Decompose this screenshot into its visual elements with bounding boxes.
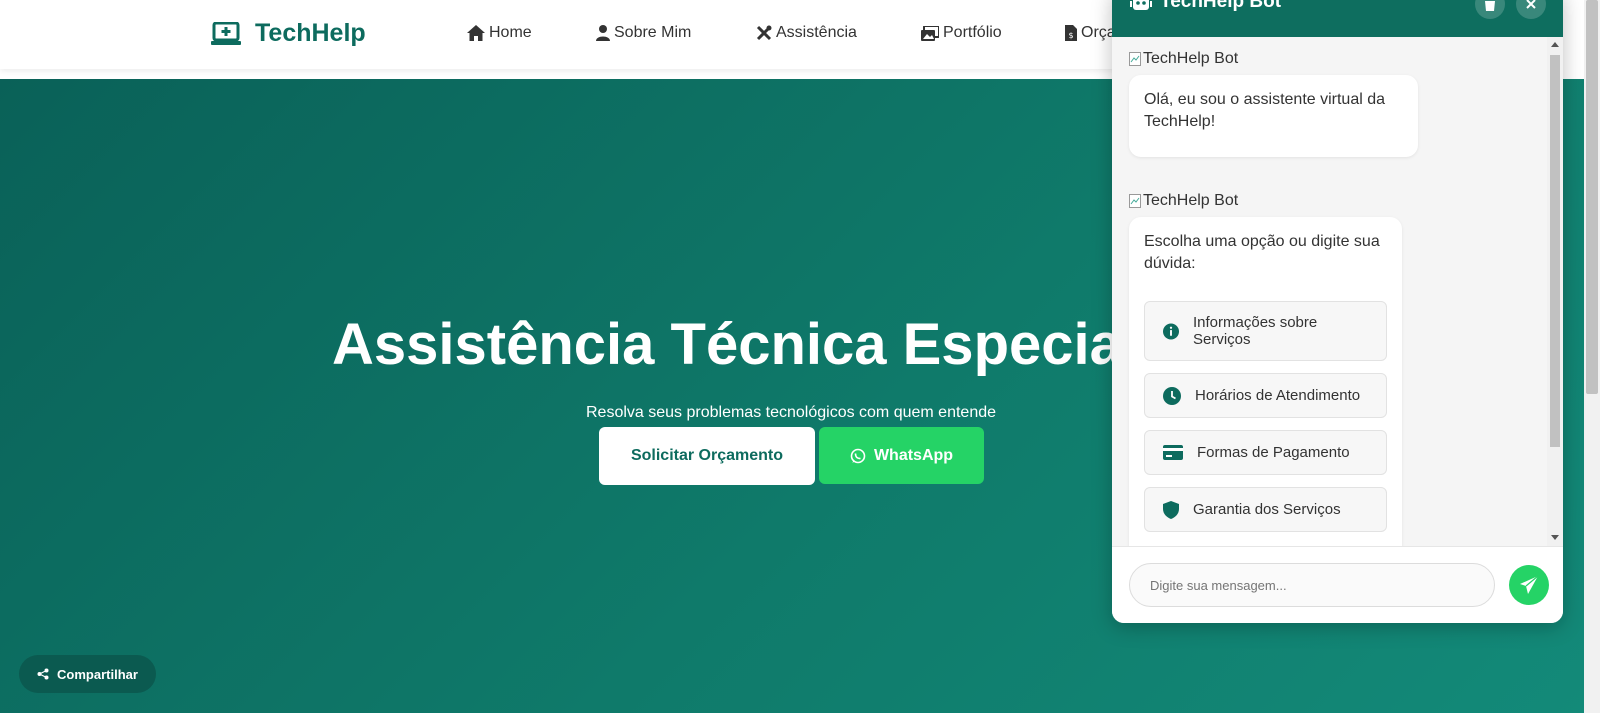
bot-avatar-image: TechHelp Bot [1129, 192, 1238, 210]
images-icon [921, 25, 939, 41]
brand-logo-link[interactable]: TechHelp [211, 19, 366, 48]
option-warranty[interactable]: Garantia dos Serviços [1144, 487, 1387, 532]
send-message-button[interactable] [1509, 565, 1549, 605]
clock-icon [1163, 386, 1181, 405]
trash-icon [1485, 1, 1495, 11]
nav-orcamento[interactable]: $ Orça [1065, 24, 1116, 42]
bot-options-bubble: Escolha uma opção ou digite sua dúvida: … [1129, 217, 1402, 546]
chat-title: TechHelp Bot [1160, 0, 1282, 12]
chat-messages: TechHelp Bot Olá, eu sou o assistente vi… [1112, 37, 1563, 546]
close-icon [1526, 0, 1536, 9]
hero-subtitle: Resolva seus problemas tecnológicos com … [586, 404, 997, 421]
chat-header: TechHelp Bot [1112, 0, 1563, 37]
chat-message-input[interactable] [1129, 563, 1495, 607]
home-icon [467, 25, 485, 41]
whatsapp-button-label: WhatsApp [873, 446, 954, 464]
bot-avatar-alt: TechHelp Bot [1143, 192, 1239, 209]
user-icon [596, 25, 610, 41]
share-button[interactable]: Compartilhar [19, 655, 156, 693]
request-quote-button[interactable]: Solicitar Orçamento [599, 427, 815, 485]
bot-message-text: Escolha uma opção ou digite sua dúvida: [1144, 233, 1380, 272]
bot-message-text: Olá, eu sou o assistente virtual da Tech… [1144, 91, 1386, 130]
invoice-icon: $ [1065, 25, 1077, 41]
chat-scrollbar[interactable] [1547, 37, 1563, 546]
whatsapp-icon [850, 448, 866, 463]
nav-home-label: Home [489, 24, 532, 41]
option-label: Horários de Atendimento [1195, 387, 1361, 404]
credit-card-icon [1163, 445, 1183, 460]
paper-plane-icon [1520, 575, 1539, 594]
nav-orcamento-label: Orça [1081, 24, 1116, 41]
robot-icon [1130, 0, 1152, 10]
page-scrollbar-thumb[interactable] [1586, 0, 1598, 394]
bot-avatar-alt: TechHelp Bot [1143, 50, 1239, 67]
broken-image-icon [1129, 194, 1141, 208]
clear-chat-button[interactable] [1475, 0, 1505, 19]
nav-portfolio-label: Portfólio [943, 24, 1002, 41]
laptop-medical-icon [211, 21, 241, 45]
nav-sobre-mim-label: Sobre Mim [614, 24, 692, 41]
nav-assistencia-label: Assistência [776, 24, 857, 41]
option-label: Formas de Pagamento [1197, 444, 1350, 461]
chat-input-area [1112, 546, 1563, 623]
info-icon [1163, 323, 1179, 339]
option-services-info[interactable]: Informações sobre Serviços [1144, 301, 1387, 361]
scroll-down-arrow[interactable] [1551, 535, 1559, 540]
tools-icon [756, 25, 772, 41]
share-icon [37, 668, 49, 680]
nav-assistencia[interactable]: Assistência [756, 24, 857, 42]
chat-widget: TechHelp Bot TechHelp Bot Olá, eu sou o … [1112, 0, 1563, 623]
nav-home[interactable]: Home [467, 24, 532, 42]
chat-scrollbar-thumb[interactable] [1550, 55, 1560, 447]
close-chat-button[interactable] [1516, 0, 1546, 19]
option-label: Garantia dos Serviços [1193, 501, 1341, 518]
bot-message-bubble: Olá, eu sou o assistente virtual da Tech… [1129, 75, 1418, 157]
scroll-up-arrow[interactable] [1551, 42, 1559, 47]
brand-name: TechHelp [255, 19, 366, 47]
svg-text:$: $ [1068, 31, 1073, 40]
page-scrollbar[interactable] [1584, 0, 1600, 713]
option-opening-hours[interactable]: Horários de Atendimento [1144, 373, 1387, 418]
nav-portfolio[interactable]: Portfólio [921, 24, 1002, 42]
hero-title: Assistência Técnica Especial [332, 312, 1138, 377]
option-payment-methods[interactable]: Formas de Pagamento [1144, 430, 1387, 475]
nav-sobre-mim[interactable]: Sobre Mim [596, 24, 691, 42]
broken-image-icon [1129, 52, 1141, 66]
share-button-label: Compartilhar [57, 666, 138, 682]
chat-title-group: TechHelp Bot [1130, 0, 1281, 13]
whatsapp-button[interactable]: WhatsApp [819, 427, 984, 484]
shield-icon [1163, 500, 1179, 519]
bot-avatar-image: TechHelp Bot [1129, 50, 1238, 68]
option-label: Informações sobre Serviços [1193, 314, 1318, 348]
